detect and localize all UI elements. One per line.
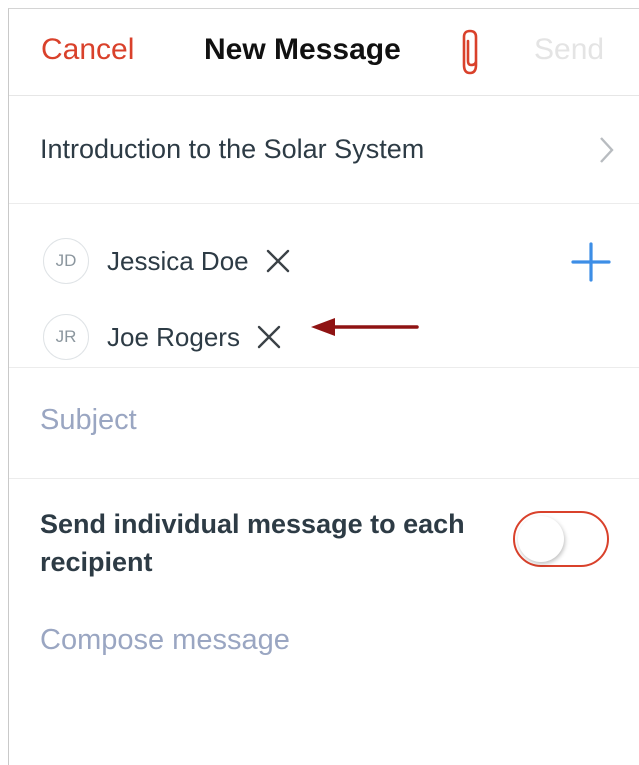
cancel-button[interactable]: Cancel bbox=[41, 33, 134, 67]
recipient-name: Jessica Doe bbox=[107, 245, 249, 276]
remove-recipient-icon[interactable] bbox=[256, 324, 282, 350]
recipient-name: Joe Rogers bbox=[107, 321, 240, 352]
subject-input[interactable] bbox=[40, 398, 600, 442]
remove-recipient-icon[interactable] bbox=[265, 248, 291, 274]
individual-message-label: Send individual message to each recipien… bbox=[40, 509, 465, 577]
paperclip-icon[interactable] bbox=[456, 27, 486, 77]
avatar: JR bbox=[43, 314, 89, 360]
course-selector[interactable]: Introduction to the Solar System bbox=[9, 96, 639, 204]
individual-message-toggle[interactable] bbox=[513, 511, 609, 567]
avatar: JD bbox=[43, 238, 89, 284]
add-recipient-button[interactable] bbox=[571, 242, 611, 282]
annotation-arrow bbox=[311, 318, 419, 336]
recipient-chip-jessica-doe: JD Jessica Doe bbox=[43, 236, 291, 286]
compose-screen: Cancel New Message Send Introduction to … bbox=[8, 8, 639, 765]
subject-row bbox=[9, 368, 639, 479]
chevron-right-icon bbox=[600, 137, 614, 163]
individual-message-row: Send individual message to each recipien… bbox=[9, 479, 639, 599]
recipient-chip-joe-rogers: JR Joe Rogers bbox=[43, 312, 282, 362]
course-name: Introduction to the Solar System bbox=[40, 134, 425, 164]
toggle-knob bbox=[518, 516, 564, 562]
send-button[interactable]: Send bbox=[534, 33, 604, 67]
compose-message-field[interactable] bbox=[40, 624, 610, 744]
recipients-section: JD Jessica Doe JR Joe Rogers bbox=[9, 204, 639, 368]
page-title: New Message bbox=[204, 33, 401, 66]
navigation-bar: Cancel New Message Send bbox=[9, 9, 639, 96]
